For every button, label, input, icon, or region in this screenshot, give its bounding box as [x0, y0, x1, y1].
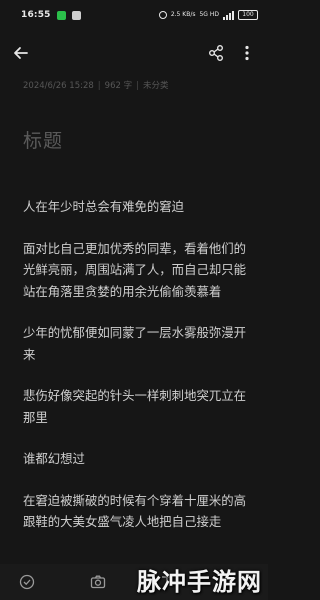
note-paragraph: 悲伤好像突起的针头一样刺刺地突兀立在那里 [23, 388, 247, 425]
check-circle-icon [19, 574, 35, 590]
checklist-button[interactable] [18, 573, 36, 591]
share-button[interactable] [206, 43, 226, 63]
more-vertical-icon [245, 45, 249, 61]
note-paragraph: 谁都幻想过 [23, 451, 85, 466]
share-icon [209, 45, 223, 61]
more-options-button[interactable] [237, 43, 257, 63]
back-button[interactable] [11, 43, 31, 63]
note-toolbar [0, 36, 268, 70]
status-time: 16:55 [21, 10, 51, 20]
meta-divider: | [136, 81, 139, 91]
note-char-count: 962 字 [104, 81, 133, 91]
camera-button[interactable] [89, 573, 107, 591]
watermark: 脉冲手游网 [137, 568, 262, 596]
alarm-icon [158, 11, 167, 19]
status-right: 2.5 KB/s 5G HD 100 [158, 10, 258, 20]
signal-icon [223, 10, 234, 20]
note-title[interactable]: 标题 [23, 126, 63, 153]
note-paragraph: 面对比自己更加优秀的同辈，看着他们的光鲜亮丽，周围站满了人，而自己却只能站在角落… [23, 240, 247, 299]
arrow-left-icon [14, 47, 28, 59]
network-speed: 2.5 KB/s [170, 11, 196, 18]
status-bar: 16:55 2.5 KB/s 5G HD 100 [0, 0, 268, 30]
status-left: 16:55 [21, 10, 81, 20]
note-paragraph: 在窘迫被撕破的时候有个穿着十厘米的高跟鞋的大美女盛气凌人地把自己接走 [23, 492, 247, 530]
wechat-icon [56, 10, 66, 20]
note-body[interactable]: 人在年少时总会有难免的窘迫 面对比自己更加优秀的同辈，看着他们的光鲜亮丽，周围站… [23, 196, 251, 553]
note-paragraph: 人在年少时总会有难免的窘迫 [23, 199, 185, 214]
camera-icon [90, 575, 106, 589]
battery-icon: 100 [238, 10, 258, 20]
note-paragraph: 少年的忧郁便如同蒙了一层水雾般弥漫开来 [23, 325, 247, 362]
notification-icon [71, 10, 81, 20]
note-meta: 2024/6/26 15:28 | 962 字 | 未分类 [23, 79, 168, 91]
meta-divider: | [97, 81, 101, 91]
note-category[interactable]: 未分类 [143, 81, 169, 91]
note-date: 2024/6/26 15:28 [23, 81, 94, 91]
network-type: 5G HD [199, 11, 219, 18]
